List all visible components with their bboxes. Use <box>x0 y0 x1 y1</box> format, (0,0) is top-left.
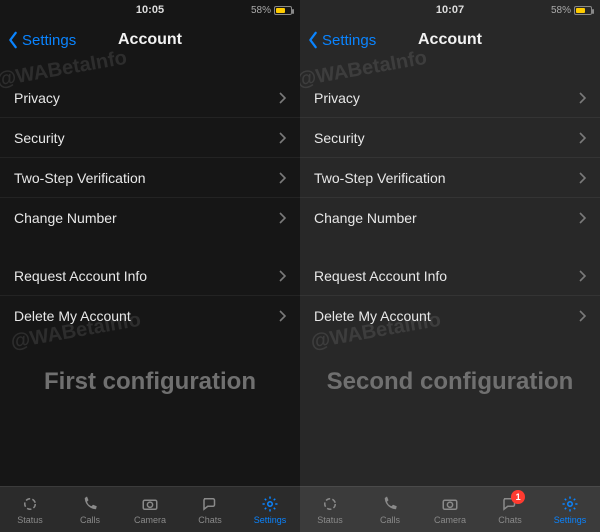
tab-calls[interactable]: Calls <box>360 487 420 532</box>
row-change-number[interactable]: Change Number <box>300 198 600 238</box>
chevron-right-icon <box>578 212 586 224</box>
row-two-step-verification[interactable]: Two-Step Verification <box>300 158 600 198</box>
row-label: Privacy <box>14 90 60 106</box>
status-icon <box>319 495 341 513</box>
chevron-right-icon <box>278 310 286 322</box>
tab-label: Chats <box>198 515 222 525</box>
phone-icon <box>79 495 101 513</box>
page-title: Account <box>0 31 300 49</box>
tab-label: Calls <box>380 515 400 525</box>
row-label: Change Number <box>14 210 117 226</box>
tab-calls[interactable]: Calls <box>60 487 120 532</box>
row-privacy[interactable]: Privacy <box>300 78 600 118</box>
chevron-right-icon <box>578 270 586 282</box>
tab-status[interactable]: Status <box>0 487 60 532</box>
chevron-right-icon <box>578 310 586 322</box>
phone-icon <box>379 495 401 513</box>
row-security[interactable]: Security <box>300 118 600 158</box>
status-time: 10:07 <box>300 4 600 16</box>
settings-group-1: Privacy Security Two-Step Verification C… <box>0 78 300 238</box>
phone-second-configuration: 10:07 58% Settings Account @WABetaInfo P… <box>300 0 600 532</box>
row-two-step-verification[interactable]: Two-Step Verification <box>0 158 300 198</box>
status-icon <box>19 495 41 513</box>
battery-icon <box>274 6 292 15</box>
chevron-right-icon <box>578 172 586 184</box>
row-change-number[interactable]: Change Number <box>0 198 300 238</box>
page-title: Account <box>300 31 600 49</box>
gear-icon <box>559 495 581 513</box>
unread-badge: 1 <box>511 490 525 504</box>
row-delete-my-account[interactable]: Delete My Account <box>0 296 300 336</box>
tab-chats[interactable]: Chats <box>180 487 240 532</box>
tab-label: Settings <box>254 515 287 525</box>
chevron-right-icon <box>278 172 286 184</box>
navigation-bar: Settings Account <box>0 20 300 60</box>
tab-label: Chats <box>498 515 522 525</box>
settings-group-2: Request Account Info Delete My Account <box>0 256 300 336</box>
row-request-account-info[interactable]: Request Account Info <box>300 256 600 296</box>
tab-label: Settings <box>554 515 587 525</box>
chats-icon <box>199 495 221 513</box>
row-label: Privacy <box>314 90 360 106</box>
tab-chats[interactable]: 1 Chats <box>480 487 540 532</box>
tab-camera[interactable]: Camera <box>420 487 480 532</box>
row-label: Request Account Info <box>14 268 147 284</box>
camera-icon <box>139 495 161 513</box>
tab-bar: Status Calls Camera Chats Settings <box>0 486 300 532</box>
settings-group-1: Privacy Security Two-Step Verification C… <box>300 78 600 238</box>
tab-label: Status <box>317 515 343 525</box>
battery-icon <box>574 6 592 15</box>
tab-label: Status <box>17 515 43 525</box>
chevron-right-icon <box>578 132 586 144</box>
row-label: Security <box>314 130 365 146</box>
phone-first-configuration: 10:05 58% Settings Account @WABetaInfo P… <box>0 0 300 532</box>
row-request-account-info[interactable]: Request Account Info <box>0 256 300 296</box>
settings-group-2: Request Account Info Delete My Account <box>300 256 600 336</box>
tab-label: Camera <box>134 515 166 525</box>
row-label: Delete My Account <box>314 308 431 324</box>
tab-camera[interactable]: Camera <box>120 487 180 532</box>
chevron-right-icon <box>278 212 286 224</box>
caption-label: First configuration <box>0 368 300 396</box>
chevron-right-icon <box>278 92 286 104</box>
chevron-right-icon <box>278 270 286 282</box>
status-bar: 10:05 58% <box>0 0 300 20</box>
tab-label: Camera <box>434 515 466 525</box>
row-label: Two-Step Verification <box>14 170 146 186</box>
tab-label: Calls <box>80 515 100 525</box>
tab-settings[interactable]: Settings <box>540 487 600 532</box>
caption-label: Second configuration <box>300 368 600 396</box>
tab-bar: Status Calls Camera 1 Chats Settings <box>300 486 600 532</box>
row-label: Two-Step Verification <box>314 170 446 186</box>
chevron-right-icon <box>278 132 286 144</box>
status-time: 10:05 <box>0 4 300 16</box>
row-privacy[interactable]: Privacy <box>0 78 300 118</box>
navigation-bar: Settings Account <box>300 20 600 60</box>
row-delete-my-account[interactable]: Delete My Account <box>300 296 600 336</box>
camera-icon <box>439 495 461 513</box>
status-bar: 10:07 58% <box>300 0 600 20</box>
row-label: Change Number <box>314 210 417 226</box>
tab-status[interactable]: Status <box>300 487 360 532</box>
row-label: Delete My Account <box>14 308 131 324</box>
chevron-right-icon <box>578 92 586 104</box>
gear-icon <box>259 495 281 513</box>
tab-settings[interactable]: Settings <box>240 487 300 532</box>
row-label: Security <box>14 130 65 146</box>
row-label: Request Account Info <box>314 268 447 284</box>
row-security[interactable]: Security <box>0 118 300 158</box>
